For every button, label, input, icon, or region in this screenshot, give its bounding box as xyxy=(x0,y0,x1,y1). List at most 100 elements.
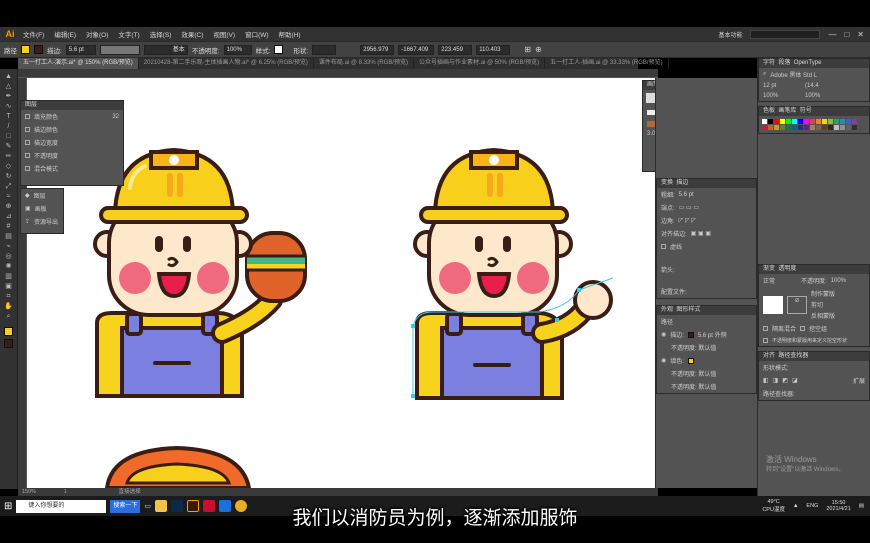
menu-item-layers[interactable]: 图层 xyxy=(34,191,46,200)
color-swatch[interactable] xyxy=(774,125,779,130)
shape-builder-tool-icon[interactable]: ⊕ xyxy=(4,203,14,210)
color-swatch[interactable] xyxy=(846,119,851,124)
align-buttons[interactable]: ▣ ▣ ▣ xyxy=(691,230,711,237)
tab-document-4[interactable]: 公众号插画与作业素材.ai @ 50% (RGB/预览) xyxy=(414,58,546,69)
appearance-opacity[interactable]: 不透明度: 默认值 xyxy=(671,343,716,352)
color-swatch[interactable] xyxy=(762,125,767,130)
align-icon[interactable]: ⊞ xyxy=(524,45,531,54)
close-icon[interactable]: ✕ xyxy=(857,30,864,39)
line-tool-icon[interactable]: / xyxy=(4,123,14,130)
rectangle-tool-icon[interactable]: □ xyxy=(4,133,14,140)
artboard-number[interactable]: 1 xyxy=(64,489,67,495)
color-swatch[interactable] xyxy=(792,125,797,130)
minus-front-icon[interactable]: ◨ xyxy=(773,377,779,384)
pencil-tool-icon[interactable]: ✏ xyxy=(4,153,14,160)
tab-transform[interactable]: 变换 xyxy=(661,180,673,186)
tab-swatches[interactable]: 色板 xyxy=(763,108,775,114)
eye-icon[interactable]: ◉ xyxy=(661,357,666,364)
weight-field[interactable]: 5.6 pt xyxy=(679,192,713,198)
opacity-mask-checkbox[interactable] xyxy=(763,338,768,343)
menu-item-artboards[interactable]: 画板 xyxy=(35,204,47,213)
stroke-swatch-small[interactable] xyxy=(687,331,694,338)
tab-align[interactable]: 对齐 xyxy=(763,353,775,359)
stock-search-input[interactable] xyxy=(750,29,821,39)
checkbox[interactable] xyxy=(25,166,30,171)
maximize-icon[interactable]: □ xyxy=(844,30,849,39)
color-swatch[interactable] xyxy=(786,125,791,130)
tab-symbol-library[interactable]: 符号 xyxy=(800,108,812,114)
menu-item-effect[interactable]: 效果(C) xyxy=(176,29,208,39)
eye-icon[interactable]: ◉ xyxy=(661,331,666,338)
color-swatch[interactable] xyxy=(834,125,839,130)
mask-icon[interactable]: ⊘ xyxy=(787,295,807,314)
width-tool-icon[interactable]: ≈ xyxy=(4,193,14,200)
scale-tool-icon[interactable]: ⤢ xyxy=(4,183,14,190)
color-swatch[interactable] xyxy=(780,125,785,130)
color-swatch[interactable] xyxy=(834,119,839,124)
fill-swatch-small[interactable] xyxy=(687,357,694,364)
menu-item-object[interactable]: 对象(O) xyxy=(81,29,113,39)
type-tool-icon[interactable]: T xyxy=(4,113,14,120)
pen-tool-icon[interactable]: ✒ xyxy=(4,93,14,100)
tab-opentype[interactable]: OpenType xyxy=(794,60,822,66)
swatch-grid[interactable] xyxy=(759,116,869,133)
intersect-icon[interactable]: ◩ xyxy=(782,377,788,384)
color-swatch[interactable] xyxy=(846,125,851,130)
paintbrush-tool-icon[interactable]: ✎ xyxy=(4,143,14,150)
color-swatch[interactable] xyxy=(768,119,773,124)
color-swatch[interactable] xyxy=(822,125,827,130)
color-swatch[interactable] xyxy=(792,119,797,124)
stroke-weight-field[interactable]: 5.6 pt xyxy=(65,44,96,55)
option-value[interactable]: 32 xyxy=(112,114,119,120)
color-swatch[interactable] xyxy=(816,119,821,124)
workspace-switcher[interactable]: 基本功能 xyxy=(718,30,742,39)
color-swatch[interactable] xyxy=(828,119,833,124)
zoom-level[interactable]: 150% xyxy=(22,489,36,495)
tab-gradient[interactable]: 渐变 xyxy=(763,266,775,272)
tab-document-1[interactable]: 五一打工人-演示.ai* @ 150% (RGB/预览) xyxy=(18,58,139,69)
appearance-stroke-value[interactable]: 5.6 pt 外侧 xyxy=(698,330,727,339)
shape-field[interactable] xyxy=(312,44,337,55)
gradient-tool-icon[interactable]: ▤ xyxy=(4,233,14,240)
fill-color-box[interactable] xyxy=(4,327,13,336)
font-size-field[interactable]: 12 pt xyxy=(763,83,801,89)
color-swatch[interactable] xyxy=(852,119,857,124)
color-swatch[interactable] xyxy=(798,125,803,130)
menu-item-file[interactable]: 文件(F) xyxy=(18,29,49,39)
stroke-color-box[interactable] xyxy=(4,339,13,348)
color-swatch[interactable] xyxy=(810,119,815,124)
expand-button[interactable]: 扩展 xyxy=(853,376,865,385)
color-swatch[interactable] xyxy=(810,125,815,130)
x-field[interactable]: 2956.979 xyxy=(360,44,395,55)
blend-tool-icon[interactable]: ◎ xyxy=(4,253,14,260)
width-field[interactable]: 223.459 xyxy=(438,44,473,55)
fill-swatch[interactable] xyxy=(21,45,30,54)
color-swatch[interactable] xyxy=(768,125,773,130)
tab-paragraph[interactable]: 段落 xyxy=(778,60,790,66)
color-swatch[interactable] xyxy=(828,125,833,130)
direct-selection-tool-icon[interactable]: △ xyxy=(4,83,14,90)
slice-tool-icon[interactable]: ⌗ xyxy=(4,293,14,300)
exclude-icon[interactable]: ◪ xyxy=(792,377,798,384)
tab-character[interactable]: 字符 xyxy=(763,60,775,66)
color-swatch[interactable] xyxy=(852,125,857,130)
dashed-checkbox[interactable] xyxy=(661,244,666,249)
artboard-tool-icon[interactable]: ▣ xyxy=(4,283,14,290)
make-mask-button[interactable]: 制作蒙版 xyxy=(811,289,835,298)
color-swatch[interactable] xyxy=(840,119,845,124)
vertical-scale-field[interactable]: 100% xyxy=(763,93,801,99)
menu-item-window[interactable]: 窗口(W) xyxy=(240,29,273,39)
perspective-tool-icon[interactable]: ⊿ xyxy=(4,213,14,220)
transform-icon[interactable]: ⊕ xyxy=(535,45,542,54)
tab-document-3[interactable]: 课件布局.ai @ 8.33% (RGB/预览) xyxy=(314,58,415,69)
selection-tool-icon[interactable]: ▲ xyxy=(4,73,14,80)
zoom-tool-icon[interactable]: ⌕ xyxy=(4,313,14,320)
variable-width-field[interactable] xyxy=(99,44,140,55)
color-swatch[interactable] xyxy=(774,119,779,124)
color-swatch[interactable] xyxy=(822,119,827,124)
invert-mask-label[interactable]: 反相蒙版 xyxy=(811,311,835,320)
checkbox[interactable] xyxy=(25,140,30,145)
corner-buttons[interactable]: ◸ ◸ ◸ xyxy=(679,217,696,224)
appearance-opacity-fill[interactable]: 不透明度: 默认值 xyxy=(671,369,716,378)
leading-field[interactable]: (14.4 xyxy=(805,83,843,89)
